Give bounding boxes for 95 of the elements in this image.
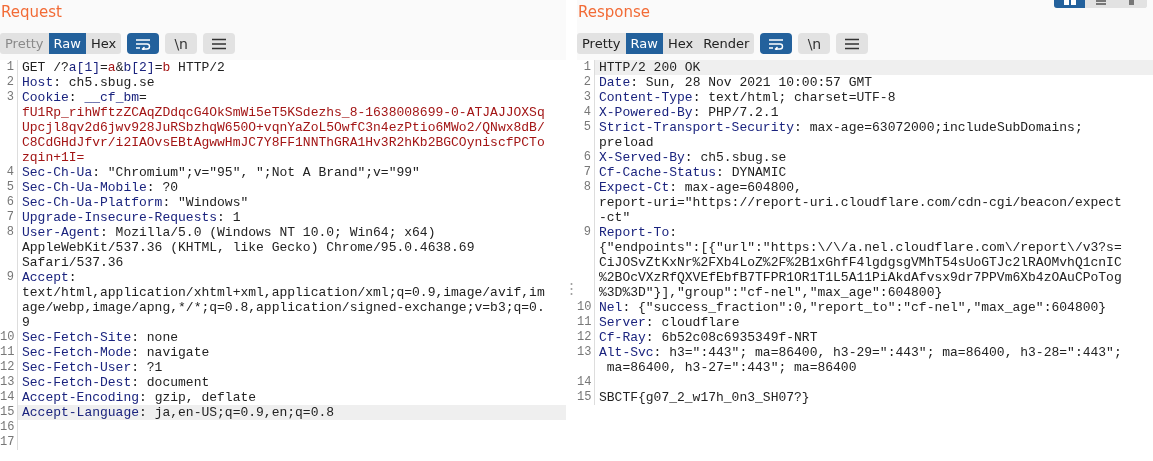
line-number: 12: [577, 330, 595, 345]
code-line: Report-To:: [599, 225, 679, 240]
line-number: 7: [577, 165, 595, 180]
code-line: Alt-Svc: h3=":443"; ma=86400, h3-29=":443"; ma=86400, h3-28=":443";: [599, 345, 1123, 360]
newline-toggle[interactable]: \n: [798, 33, 831, 54]
line-number: 6: [0, 195, 18, 210]
line-number: 14: [577, 375, 595, 390]
menu-icon: [211, 37, 228, 50]
wrap-icon: [135, 37, 152, 50]
code-line: age/webp,image/apng,*/*;q=0.8,application/signed-exchange;v=b3;q=0.: [22, 300, 546, 315]
code-line: User-Agent: Mozilla/5.0 (Windows NT 10.0; Win64; x64): [22, 225, 437, 240]
code-line: GET /?a[1]=a&b[2]=b HTTP/2: [22, 60, 226, 75]
code-line: Sec-Ch-Ua-Platform: "Windows": [22, 195, 250, 210]
line-number: 2: [0, 75, 18, 90]
view-tab[interactable]: Raw: [48, 33, 86, 54]
code-line: Host: ch5.sbug.se: [22, 75, 156, 90]
code-line: Accept-Language: ja,en-US;q=0.9,en;q=0.8: [22, 405, 336, 420]
line-number: 17: [0, 435, 18, 450]
code-line: Cf-Cache-Status: DYNAMIC: [599, 165, 788, 180]
code-line: X-Powered-By: PHP/7.2.1: [599, 105, 780, 120]
code-line: Sec-Fetch-Mode: navigate: [22, 345, 211, 360]
code-line: text/html,application/xhtml+xml,application/xml;q=0.9,image/avif,im: [22, 285, 546, 300]
line-number: 4: [0, 165, 18, 180]
line-number: 7: [0, 210, 18, 225]
line-number: 11: [577, 315, 595, 330]
menu-button[interactable]: [203, 33, 236, 54]
code-line: 9: [22, 315, 31, 330]
code-line: C8CdGHdJfvr/i2IAOvsEBtAgwwHmJC7Y8FF1NNThGRA1Hv3R2hKb2BGCOyniscfPCTo: [22, 135, 546, 150]
wrap-icon: [768, 37, 785, 50]
code-line: %2BOcVXzRfQXVEfEbfB7TFPR1OR1T1L5A11PiAkdAfvsx9dr7PPVm6Xb4zOAuCPoTog: [599, 270, 1123, 285]
code-line: Nel: {"success_fraction":0,"report_to":"cf-nel","max_age":604800}: [599, 300, 1108, 315]
code-line: {"endpoints":[{"url":"https:\/\/a.nel.cloudflare.com\/report\/v3?s=: [599, 240, 1123, 255]
line-number: 1: [0, 60, 18, 75]
view-tab[interactable]: Pretty: [577, 33, 626, 54]
code-line: Upgrade-Insecure-Requests: 1: [22, 210, 242, 225]
line-number: 10: [0, 330, 18, 345]
code-line: Cookie: __cf_bm=: [22, 90, 148, 105]
line-number: 15: [577, 390, 595, 405]
code-line: Sec-Ch-Ua-Mobile: ?0: [22, 180, 180, 195]
code-line: Sec-Fetch-Dest: document: [22, 375, 211, 390]
code-line: Date: Sun, 28 Nov 2021 10:00:57 GMT: [599, 75, 874, 90]
view-tab[interactable]: Raw: [625, 33, 663, 54]
code-line: %3D%3D"}],"group":"cf-nel","max_age":604800}: [599, 285, 944, 300]
code-line: Upcjl8qv2d6jwv928JuRSbzhqW650O+vqnYaZoL5OwfC3n4ezPtio6MWo2/QNwx8dB/: [22, 120, 546, 135]
line-number: 5: [577, 120, 595, 150]
code-line: Sec-Ch-Ua: "Chromium";v="95", ";Not A Brand";v="99": [22, 165, 421, 180]
code-line: Strict-Transport-Security: max-age=63072000;includeSubDomains;: [599, 120, 1084, 135]
panel-title: Request: [0, 2, 62, 23]
code-line: CiJOSvZtKxNr%2FXb4LoZ%2F%2B1xGhfF4lgdgsgVMhT54sUoGTJc2lRAOMvhQ1cnIC: [599, 255, 1123, 270]
view-tab[interactable]: Render: [698, 33, 755, 54]
wrap-toggle[interactable]: [760, 33, 793, 54]
newline-toggle[interactable]: \n: [165, 33, 198, 54]
code-line: Content-Type: text/html; charset=UTF-8: [599, 90, 897, 105]
code-line: -ct": [599, 210, 632, 225]
line-number: 2: [577, 75, 595, 90]
menu-icon: [844, 37, 861, 50]
code-line: zqin+1I=: [22, 150, 86, 165]
code-line: Sec-Fetch-Site: none: [22, 330, 180, 345]
menu-button[interactable]: [836, 33, 869, 54]
line-number: 3: [0, 90, 18, 165]
line-number: 5: [0, 180, 18, 195]
code-line: Accept-Encoding: gzip, deflate: [22, 390, 258, 405]
code-line: Expect-Ct: max-age=604800,: [599, 180, 803, 195]
line-number: 16: [0, 420, 18, 435]
code-line: Cf-Ray: 6b52c08c6935349f-NRT: [599, 330, 819, 345]
view-tab[interactable]: Hex: [85, 33, 122, 54]
line-number: 3: [577, 90, 595, 105]
line-number: 6: [577, 150, 595, 165]
view-tab[interactable]: Hex: [662, 33, 699, 54]
code-line: fU1Rp_rihWftzZCAqZDdqcG4OkSmWi5eT5KSdezhs_8-1638008699-0-ATJAJJOXSq: [22, 105, 546, 120]
line-number: 9: [0, 270, 18, 330]
code-line: Server: cloudflare: [599, 315, 741, 330]
line-number: 4: [577, 105, 595, 120]
line-number: 14: [0, 390, 18, 405]
code-line: HTTP/2 200 OK: [599, 60, 702, 75]
code-line: ma=86400, h3-27=":443"; ma=86400: [605, 360, 858, 375]
line-number: 13: [0, 375, 18, 390]
line-number: 8: [577, 180, 595, 225]
code-line: Sec-Fetch-User: ?1: [22, 360, 164, 375]
code-line: report-uri="https://report-uri.cloudflare.com/cdn-cgi/beacon/expect: [599, 195, 1123, 210]
code-line: Safari/537.36: [22, 255, 125, 270]
code-line: SBCTF{g07_2_w17h_0n3_SH07?}: [599, 390, 811, 405]
code-line: AppleWebKit/537.36 (KHTML, like Gecko) Chrome/95.0.4638.69: [22, 240, 476, 255]
wrap-toggle[interactable]: [127, 33, 160, 54]
line-number: 11: [0, 345, 18, 360]
line-number: 12: [0, 360, 18, 375]
line-number: 10: [577, 300, 595, 315]
line-number: 8: [0, 225, 18, 270]
line-number: 13: [577, 345, 595, 375]
panel-title: Response: [577, 2, 651, 23]
code-line: X-Served-By: ch5.sbug.se: [599, 150, 788, 165]
line-number: 9: [577, 225, 595, 300]
code-line: preload: [599, 135, 655, 150]
splitter-handle-icon[interactable]: [570, 282, 573, 296]
code-line: Accept:: [22, 270, 78, 285]
